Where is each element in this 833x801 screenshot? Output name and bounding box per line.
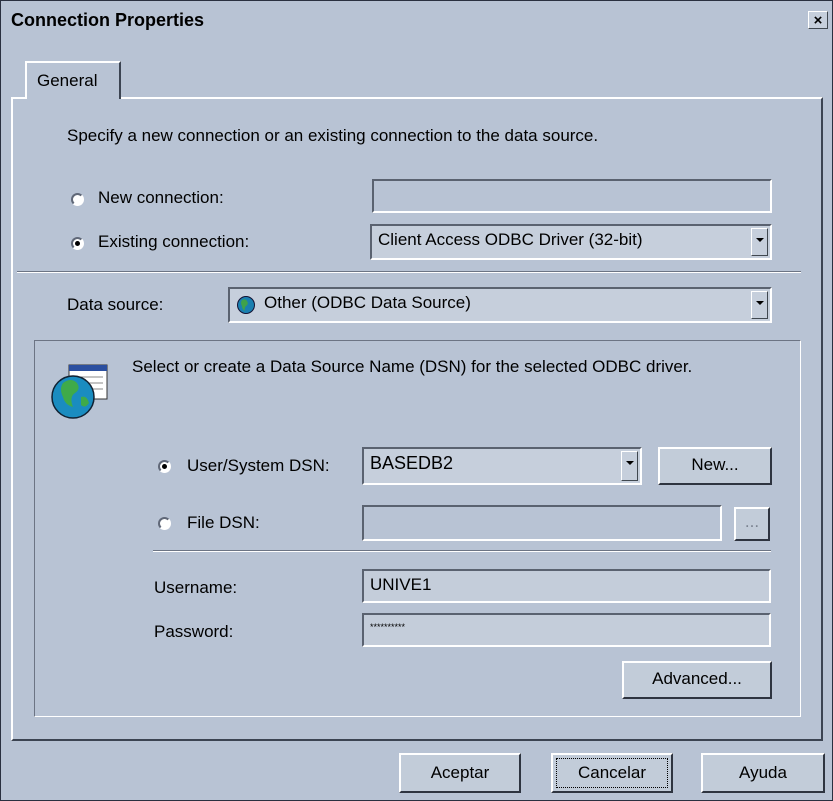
existing-connection-label: Existing connection: bbox=[98, 232, 250, 251]
odbc-globe-icon bbox=[51, 364, 108, 419]
divider bbox=[17, 271, 801, 273]
advanced-button[interactable]: Advanced... bbox=[622, 661, 772, 699]
chevron-down-icon[interactable] bbox=[621, 451, 638, 481]
cancel-button[interactable]: Cancelar bbox=[551, 753, 673, 793]
chevron-down-icon[interactable] bbox=[751, 228, 768, 256]
browse-file-dsn-button[interactable]: ... bbox=[734, 507, 770, 541]
close-icon: × bbox=[813, 12, 823, 29]
file-dsn-radio[interactable] bbox=[158, 517, 171, 530]
username-field[interactable]: UNIVE1 bbox=[362, 569, 771, 603]
close-button[interactable]: × bbox=[808, 11, 828, 29]
accept-button[interactable]: Aceptar bbox=[399, 753, 521, 793]
new-dsn-button[interactable]: New... bbox=[658, 447, 772, 485]
user-system-dsn-label: User/System DSN: bbox=[187, 456, 330, 475]
data-source-select[interactable]: Other (ODBC Data Source) bbox=[228, 287, 772, 323]
username-label: Username: bbox=[154, 578, 238, 597]
data-source-value: Other (ODBC Data Source) bbox=[264, 293, 471, 312]
chevron-down-icon[interactable] bbox=[751, 291, 768, 319]
password-label: Password: bbox=[154, 622, 234, 641]
globe-icon bbox=[237, 296, 255, 314]
file-dsn-field[interactable] bbox=[362, 505, 722, 541]
existing-connection-select[interactable]: Client Access ODBC Driver (32-bit) bbox=[370, 224, 772, 260]
intro-text: Specify a new connection or an existing … bbox=[67, 126, 599, 145]
tab-general-label: General bbox=[37, 71, 98, 90]
new-connection-radio[interactable] bbox=[71, 193, 84, 206]
title-bar: Connection Properties × bbox=[1, 1, 832, 39]
data-source-label: Data source: bbox=[67, 295, 164, 314]
new-connection-field[interactable] bbox=[372, 179, 772, 213]
existing-connection-value: Client Access ODBC Driver (32-bit) bbox=[378, 230, 643, 249]
help-button[interactable]: Ayuda bbox=[701, 753, 825, 793]
dialog-title: Connection Properties bbox=[11, 10, 205, 30]
dsn-divider bbox=[153, 550, 771, 552]
user-system-dsn-radio[interactable] bbox=[158, 460, 171, 473]
existing-connection-radio[interactable] bbox=[71, 237, 84, 250]
tab-general[interactable]: General bbox=[25, 61, 121, 99]
password-field[interactable]: ********** bbox=[362, 613, 771, 647]
connection-properties-dialog: Connection Properties × General Specify … bbox=[0, 0, 833, 801]
dsn-description: Select or create a Data Source Name (DSN… bbox=[132, 357, 693, 376]
new-connection-label: New connection: bbox=[98, 188, 224, 207]
file-dsn-label: File DSN: bbox=[187, 513, 260, 532]
user-system-dsn-value: BASEDB2 bbox=[370, 453, 454, 473]
user-system-dsn-select[interactable]: BASEDB2 bbox=[362, 447, 642, 485]
